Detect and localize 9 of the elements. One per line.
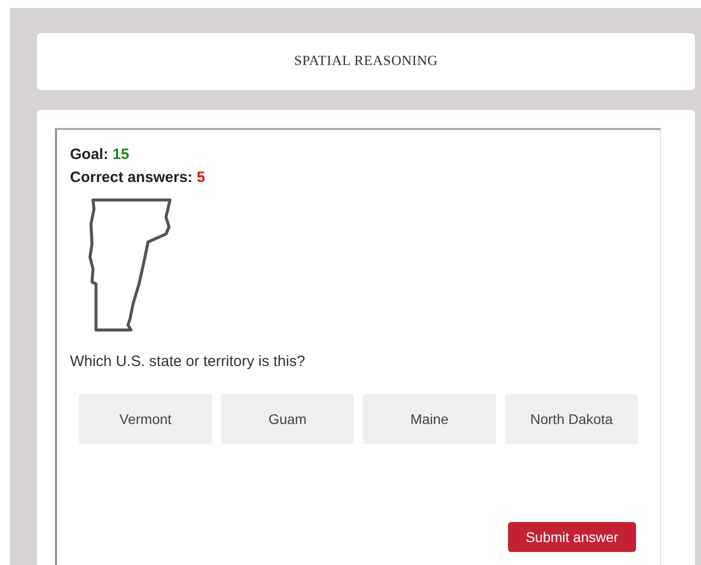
answer-option[interactable]: Vermont: [79, 394, 212, 444]
submit-button[interactable]: Submit answer: [508, 522, 636, 552]
page-title: SPATIAL REASONING: [294, 54, 438, 70]
answer-option[interactable]: Maine: [363, 394, 496, 444]
question-text: Which U.S. state or territory is this?: [70, 353, 306, 370]
correct-answers-text: Correct answers: 5: [70, 169, 206, 186]
answer-option[interactable]: Guam: [221, 394, 354, 444]
answer-option[interactable]: North Dakota: [505, 394, 638, 444]
goal-text: Goal: 15: [70, 146, 130, 163]
